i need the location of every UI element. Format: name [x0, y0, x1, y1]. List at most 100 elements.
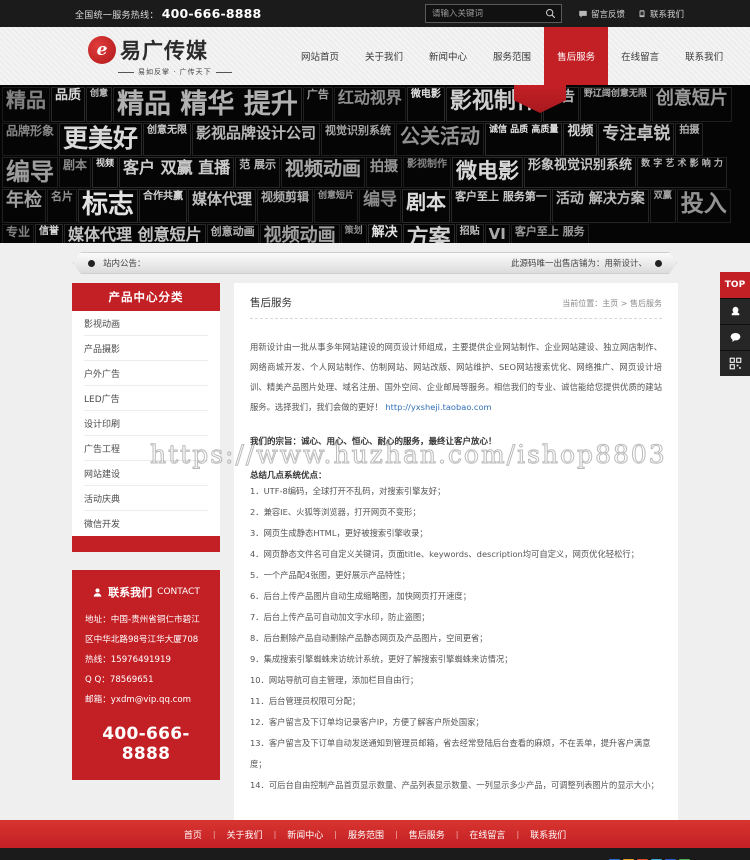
banner-word: 公关活动: [396, 123, 485, 156]
search-icon: [545, 9, 555, 19]
intro-link[interactable]: http://yxsheji.taobao.com: [385, 402, 491, 412]
logo-mark-icon: e: [88, 36, 116, 64]
notice-label: 站内公告：: [103, 259, 146, 269]
banner-word: 形象视觉识别系统: [524, 156, 637, 189]
footer-link-5[interactable]: 在线留言: [458, 828, 516, 841]
sidebar-item-2[interactable]: 户外广告: [84, 361, 208, 386]
banner-word: 视频动画: [259, 224, 340, 243]
top-link-feedback[interactable]: 留言反馈: [578, 8, 625, 20]
banner-word: 编导: [359, 189, 402, 224]
banner-word: 微电影: [452, 156, 524, 189]
banner-word: 剧本: [59, 156, 92, 189]
advantage-item-13: 14．可后台自由控制产品首页显示数量、产品列表显示数量、一列显示多少产品，可调整…: [250, 780, 659, 790]
float-qrcode-button[interactable]: [720, 350, 750, 376]
sidebar-title: 产品中心分类: [72, 283, 220, 311]
search-input[interactable]: [426, 8, 539, 19]
footer-link-1[interactable]: 关于我们: [216, 828, 274, 841]
banner-word: 双赢: [649, 189, 676, 224]
nav-item-1[interactable]: 关于我们: [352, 27, 416, 85]
banner-word: 策划: [340, 224, 367, 243]
contact-title: 联系我们 CONTACT: [85, 584, 207, 600]
banner-word: VI: [484, 224, 510, 243]
logo[interactable]: e 易广传媒 易如反掌 · 广传天下: [88, 35, 268, 79]
footer-link-2[interactable]: 新闻中心: [276, 828, 334, 841]
contact-line-3: Q Q：78569651: [85, 675, 154, 685]
banner-word: 投入: [676, 189, 731, 224]
search-button[interactable]: [539, 5, 561, 22]
banner-word: 拍摄: [675, 123, 704, 156]
message-icon: [579, 10, 587, 18]
logo-tagline-rule-right: [215, 71, 232, 73]
contact-lines: 地址：中国-贵州省铜仁市碧江 区中华北路98号江华大厦708 热线：15976491…: [85, 610, 207, 710]
footer-nav: 首页 | 关于我们 | 新闻中心 | 服务范围 | 售后服务 | 在线留言 | 联系我们: [0, 820, 750, 848]
banner-word: 诚信 品质 高质量: [485, 123, 563, 156]
sidebar-item-1[interactable]: 产品摄影: [84, 336, 208, 361]
sidebar-item-4[interactable]: 设计印刷: [84, 411, 208, 436]
banner-word: 广告: [302, 87, 333, 123]
notice-bar-wrap: 站内公告： 此源码唯一出售店铺为：用新设计、: [0, 243, 750, 283]
banner-word: 微电影: [406, 87, 445, 123]
contact-line-1: 区中华北路98号江华大厦708: [85, 635, 199, 645]
banner-word: 创意无限: [143, 123, 192, 156]
advantage-item-9: 10．网站导航可自主管理，添加栏目自由行；: [250, 675, 419, 685]
banner-word-collage: 精品品质创意精品 精华 提升广告红动视界微电影影视制作广告野辽阔创意无限创意短片…: [0, 85, 750, 243]
banner-word: 创意短片: [651, 87, 732, 123]
sidebar-item-6[interactable]: 网站建设: [84, 461, 208, 486]
banner-word: 编导: [2, 156, 58, 189]
float-qq-button[interactable]: [720, 298, 750, 324]
top-link-contact[interactable]: 联系我们: [637, 8, 684, 20]
nav-item-0[interactable]: 网站首页: [288, 27, 352, 85]
motto-line: 我们的宗旨：诚心、用心、恒心、耐心的服务，最终让客户放心！: [250, 437, 497, 447]
nav-item-3[interactable]: 服务范围: [480, 27, 544, 85]
banner-word: 媒体代理 创意短片: [64, 224, 206, 243]
sidebar-item-3[interactable]: LED广告: [84, 386, 208, 411]
banner-word: 影视制作: [403, 156, 452, 189]
contact-title-en: CONTACT: [157, 587, 200, 597]
banner-word: 解决: [367, 224, 402, 243]
nav-item-2[interactable]: 新闻中心: [416, 27, 480, 85]
sidebar-item-0[interactable]: 影视动画: [84, 311, 208, 336]
float-chat-button[interactable]: [720, 324, 750, 350]
logo-text: 易广传媒: [120, 39, 208, 63]
banner-word: 媒体代理: [188, 189, 257, 224]
banner-word: 精品 精华 提升: [113, 87, 302, 123]
banner-word: 专注卓锐: [598, 123, 675, 156]
contact-phone: 400-666-8888: [102, 724, 190, 764]
advantage-item-0: 1．UTF-8编码，全球打开不乱码，对搜索引擎友好；: [250, 486, 446, 496]
page-title: 售后服务: [250, 297, 292, 309]
hotline: 全国统一服务热线： 400-666-8888: [75, 6, 261, 21]
banner-word: 合作共赢: [139, 189, 188, 224]
advantage-item-8: 9．集成搜索引擎蜘蛛来访统计系统，更好了解搜索引擎蜘蛛来访情况；: [250, 654, 513, 664]
nav-item-6[interactable]: 联系我们: [672, 27, 736, 85]
banner-word: 视频: [92, 156, 119, 189]
back-to-top-button[interactable]: TOP: [720, 272, 750, 298]
banner-word: 创意短片: [314, 189, 359, 224]
banner-word: 更美好: [59, 123, 143, 156]
banner-word: 视觉识别系统: [321, 123, 396, 156]
footer-link-0[interactable]: 首页: [173, 828, 213, 841]
banner-word: 客户 双赢 直播: [119, 156, 235, 189]
notice-text: 此源码唯一出售店铺为：用新设计、: [510, 259, 647, 269]
advantage-item-12: 13．客户留言及下订单自动发送通知到管理员邮箱，省去经常登陆后台查看的麻烦，不在…: [250, 738, 651, 769]
sidebar-item-8[interactable]: 微信开发: [84, 511, 208, 536]
footer-link-4[interactable]: 售后服务: [398, 828, 456, 841]
sidebar-item-7[interactable]: 活动庆典: [84, 486, 208, 511]
footer-link-3[interactable]: 服务范围: [337, 828, 395, 841]
banner-word: 招贴: [455, 224, 484, 243]
nav-item-4[interactable]: 售后服务: [544, 27, 609, 85]
sidebar-item-5[interactable]: 广告工程: [84, 436, 208, 461]
banner-word: 范 展示: [235, 156, 281, 189]
intro-paragraph: 用新设计由一批从事多年网站建设的网页设计师组成，主要提供企业网站制作、企业网站建…: [250, 337, 662, 417]
top-link-contact-label: 联系我们: [650, 9, 685, 20]
user-icon: [93, 587, 102, 597]
notice-dot-right-icon: [655, 260, 662, 267]
float-toolbar: TOP: [720, 272, 750, 376]
phone-icon: [639, 9, 645, 17]
banner-word: 专业: [2, 224, 35, 243]
search-box[interactable]: [425, 4, 562, 23]
banner-word: 视频动画: [281, 156, 366, 189]
banner-word: 精品: [2, 87, 50, 123]
chat-bubble-icon: [730, 332, 740, 343]
footer-link-6[interactable]: 联系我们: [519, 828, 577, 841]
nav-item-5[interactable]: 在线留言: [608, 27, 672, 85]
